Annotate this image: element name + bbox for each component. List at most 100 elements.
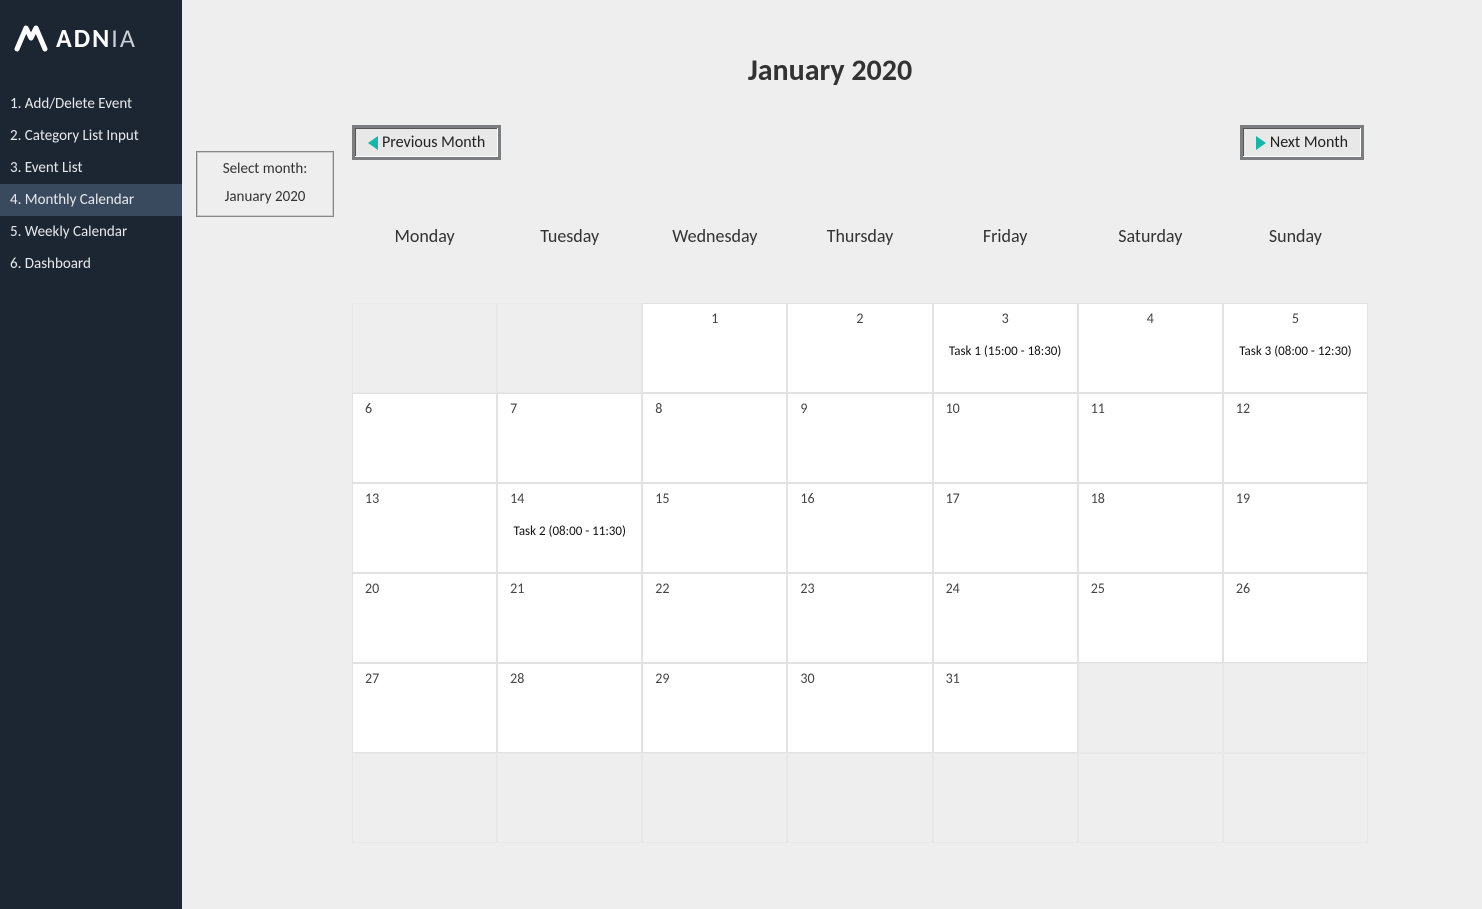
calendar-cell[interactable]: 19 [1223, 483, 1368, 573]
logo-icon [14, 24, 48, 52]
day-number: 27 [365, 670, 379, 687]
calendar-cell[interactable]: 25 [1078, 573, 1223, 663]
calendar-cell[interactable]: 21 [497, 573, 642, 663]
calendar-grid: 123Task 1 (15:00 - 18:30)45Task 3 (08:00… [352, 303, 1368, 843]
day-number: 28 [510, 670, 524, 687]
calendar-cell[interactable]: 26 [1223, 573, 1368, 663]
day-number: 5 [1292, 310, 1299, 327]
day-number: 4 [1147, 310, 1154, 327]
day-number: 25 [1091, 580, 1105, 597]
calendar-event[interactable]: Task 2 (08:00 - 11:30) [498, 524, 641, 539]
calendar-cell [352, 753, 497, 843]
day-of-week-row: MondayTuesdayWednesdayThursdayFridaySatu… [352, 225, 1368, 303]
sidebar-item-4[interactable]: 5. Weekly Calendar [0, 216, 182, 248]
main: January 2020 Select month: January 2020 … [182, 0, 1482, 909]
day-number: 16 [800, 490, 814, 507]
calendar-cell[interactable]: 24 [933, 573, 1078, 663]
controls-row: Select month: January 2020 Previous Mont… [196, 125, 1464, 225]
day-number: 6 [365, 400, 372, 417]
calendar-cell[interactable]: 13 [352, 483, 497, 573]
day-number: 30 [800, 670, 814, 687]
day-of-week-header: Sunday [1223, 225, 1368, 303]
sidebar-item-0[interactable]: 1. Add/Delete Event [0, 88, 182, 120]
page-title: January 2020 [196, 0, 1464, 125]
day-of-week-header: Friday [933, 225, 1078, 303]
select-month-value: January 2020 [197, 184, 333, 216]
day-number: 10 [946, 400, 960, 417]
calendar-cell[interactable]: 9 [787, 393, 932, 483]
day-number: 19 [1236, 490, 1250, 507]
day-of-week-header: Thursday [787, 225, 932, 303]
calendar-cell [933, 753, 1078, 843]
calendar-cell[interactable]: 20 [352, 573, 497, 663]
previous-month-button[interactable]: Previous Month [352, 125, 501, 160]
day-number: 31 [946, 670, 960, 687]
calendar-cell[interactable]: 14 Task 2 (08:00 - 11:30) [497, 483, 642, 573]
day-number: 22 [655, 580, 669, 597]
calendar-event[interactable]: Task 1 (15:00 - 18:30) [934, 344, 1077, 359]
calendar-cell[interactable]: 27 [352, 663, 497, 753]
calendar-cell[interactable]: 3 Task 1 (15:00 - 18:30) [933, 303, 1078, 393]
day-of-week-header: Monday [352, 225, 497, 303]
next-month-label: Next Month [1270, 133, 1348, 152]
select-month-box[interactable]: Select month: January 2020 [196, 151, 334, 217]
day-number: 26 [1236, 580, 1250, 597]
calendar-cell [1223, 663, 1368, 753]
calendar-cell[interactable]: 5 Task 3 (08:00 - 12:30) [1223, 303, 1368, 393]
calendar-cell[interactable]: 28 [497, 663, 642, 753]
day-number: 20 [365, 580, 379, 597]
calendar-cell[interactable]: 18 [1078, 483, 1223, 573]
calendar-cell [1078, 663, 1223, 753]
calendar-cell [497, 303, 642, 393]
calendar-event[interactable]: Task 3 (08:00 - 12:30) [1224, 344, 1367, 359]
day-number: 29 [655, 670, 669, 687]
day-number: 12 [1236, 400, 1250, 417]
calendar-cell[interactable]: 6 [352, 393, 497, 483]
calendar-cell[interactable]: 2 [787, 303, 932, 393]
calendar-cell[interactable]: 1 [642, 303, 787, 393]
calendar-cell[interactable]: 22 [642, 573, 787, 663]
calendar-cell[interactable]: 8 [642, 393, 787, 483]
select-month-label: Select month: [197, 152, 333, 184]
calendar: MondayTuesdayWednesdayThursdayFridaySatu… [352, 225, 1368, 843]
nav: 1. Add/Delete Event2. Category List Inpu… [0, 88, 182, 280]
calendar-cell [642, 753, 787, 843]
sidebar-item-1[interactable]: 2. Category List Input [0, 120, 182, 152]
next-month-button[interactable]: Next Month [1240, 125, 1364, 160]
sidebar-item-5[interactable]: 6. Dashboard [0, 248, 182, 280]
calendar-cell [497, 753, 642, 843]
calendar-cell[interactable]: 23 [787, 573, 932, 663]
triangle-right-icon [1256, 136, 1266, 150]
calendar-cell[interactable]: 10 [933, 393, 1078, 483]
calendar-cell[interactable]: 15 [642, 483, 787, 573]
calendar-cell [1078, 753, 1223, 843]
sidebar-item-2[interactable]: 3. Event List [0, 152, 182, 184]
calendar-cell[interactable]: 29 [642, 663, 787, 753]
calendar-cell [1223, 753, 1368, 843]
day-of-week-header: Wednesday [642, 225, 787, 303]
calendar-cell[interactable]: 4 [1078, 303, 1223, 393]
day-number: 2 [856, 310, 863, 327]
calendar-cell[interactable]: 30 [787, 663, 932, 753]
day-number: 11 [1091, 400, 1105, 417]
day-number: 8 [655, 400, 662, 417]
logo: ADNIA [0, 0, 182, 88]
calendar-cell[interactable]: 16 [787, 483, 932, 573]
calendar-cell[interactable]: 17 [933, 483, 1078, 573]
logo-text-thin: IA [111, 22, 137, 54]
calendar-cell[interactable]: 12 [1223, 393, 1368, 483]
day-number: 3 [1002, 310, 1009, 327]
day-number: 18 [1091, 490, 1105, 507]
day-number: 15 [655, 490, 669, 507]
day-number: 7 [510, 400, 517, 417]
calendar-cell[interactable]: 7 [497, 393, 642, 483]
logo-text: ADNIA [56, 22, 137, 54]
triangle-left-icon [368, 136, 378, 150]
calendar-cell[interactable]: 31 [933, 663, 1078, 753]
day-number: 9 [800, 400, 807, 417]
logo-text-bold: ADN [56, 22, 111, 54]
day-of-week-header: Saturday [1078, 225, 1223, 303]
calendar-cell[interactable]: 11 [1078, 393, 1223, 483]
sidebar-item-3[interactable]: 4. Monthly Calendar [0, 184, 182, 216]
day-number: 14 [510, 490, 524, 507]
